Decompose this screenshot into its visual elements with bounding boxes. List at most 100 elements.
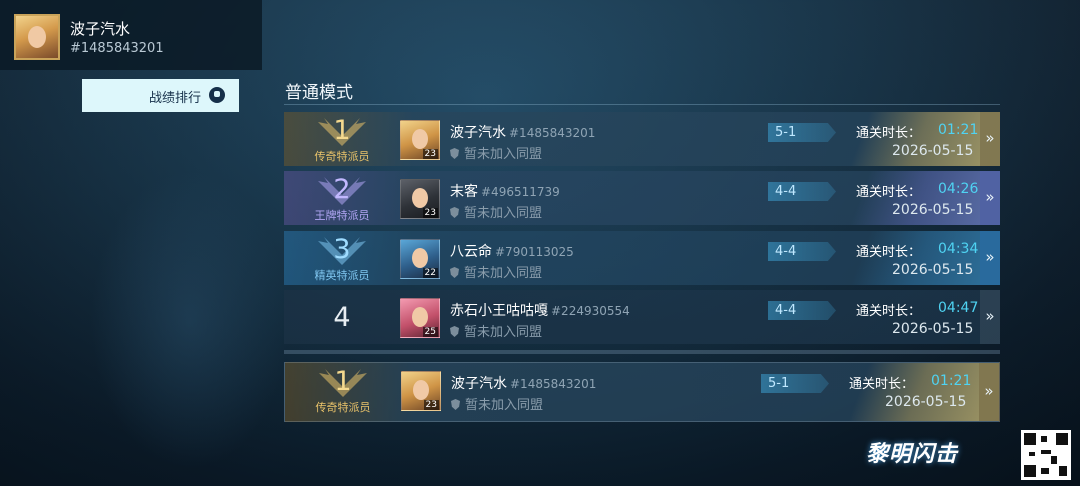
player-profile[interactable]: 波子汽水 #1485843201 <box>0 0 262 70</box>
player-name-text: 末客 <box>450 184 478 200</box>
alliance-status: 暂未加入同盟 <box>450 143 542 162</box>
shield-icon <box>450 267 459 278</box>
game-logo: 黎明闪击 <box>866 442 959 467</box>
player-avatar[interactable] <box>14 14 60 60</box>
level-badge: 23 <box>422 149 438 159</box>
alliance-status: 暂未加入同盟 <box>450 262 542 281</box>
row-decoration <box>799 363 979 421</box>
avatar-face <box>412 248 428 268</box>
rank-number: 1 <box>333 115 351 146</box>
shield-icon <box>450 207 459 218</box>
rank-emblem: 4 <box>284 290 400 344</box>
rank-number: 4 <box>333 302 351 333</box>
player-name: 末客 #496511739 <box>450 181 560 201</box>
player-name: 赤石小王咕咕嘎 #224930554 <box>450 300 630 320</box>
expand-button[interactable]: » <box>980 112 1000 166</box>
my-rank-row[interactable]: 1 传奇特派员 23 波子汽水 #1485843201 暂未加入同盟 5-1 通关… <box>284 362 1000 422</box>
leaderboard-row[interactable]: 3 精英特派员 22 八云命 #790113025 暂未加入同盟 4-4 通关时长… <box>284 231 1000 285</box>
tab-ranking-label: 战绩排行 <box>148 91 201 106</box>
player-avatar[interactable]: 23 <box>401 371 441 411</box>
alliance-status: 暂未加入同盟 <box>451 394 543 413</box>
rank-emblem: 3 精英特派员 <box>284 231 400 285</box>
avatar-face <box>413 380 429 400</box>
clear-time-label: 通关时长： <box>856 304 922 319</box>
stage-badge: 5-1 <box>768 123 836 142</box>
clear-time-value: 01:21 <box>931 373 972 389</box>
qr-code-icon <box>1021 430 1071 480</box>
clear-time-value: 01:21 <box>938 122 979 138</box>
clear-time-label: 通关时长： <box>849 377 915 392</box>
rank-emblem: 1 传奇特派员 <box>285 363 401 421</box>
record-date: 2026-05-15 <box>892 321 974 337</box>
player-avatar[interactable]: 23 <box>400 120 440 160</box>
mode-title: 普通模式 <box>285 83 353 103</box>
player-name-text: 八云命 <box>450 244 492 260</box>
avatar-face <box>412 307 428 327</box>
alliance-text: 暂未加入同盟 <box>465 398 544 413</box>
clear-time-value: 04:26 <box>938 181 979 197</box>
player-name-text: 赤石小王咕咕嘎 <box>450 303 548 319</box>
shield-icon <box>451 399 460 410</box>
alliance-status: 暂未加入同盟 <box>450 321 542 340</box>
avatar-face <box>412 188 428 208</box>
chevron-right-icon: » <box>985 129 995 147</box>
leaderboard-row[interactable]: 1 传奇特派员 23 波子汽水 #1485843201 暂未加入同盟 5-1 通关… <box>284 112 1000 166</box>
leaderboard-row[interactable]: 4 25 赤石小王咕咕嘎 #224930554 暂未加入同盟 4-4 通关时长： … <box>284 290 1000 344</box>
clear-time-value: 04:34 <box>938 241 979 257</box>
expand-button[interactable]: » <box>980 171 1000 225</box>
player-name: 八云命 #790113025 <box>450 241 574 261</box>
record-date: 2026-05-15 <box>892 143 974 159</box>
leaderboard-row[interactable]: 2 王牌特派员 23 末客 #496511739 暂未加入同盟 4-4 通关时长：… <box>284 171 1000 225</box>
stage-badge: 5-1 <box>761 374 829 393</box>
rank-title: 传奇特派员 <box>315 401 371 414</box>
player-name: 波子汽水 #1485843201 <box>451 373 596 393</box>
shield-icon <box>450 326 459 337</box>
rank-title: 精英特派员 <box>314 269 370 282</box>
player-name-text: 波子汽水 <box>450 125 506 141</box>
chevron-right-icon: » <box>985 248 995 266</box>
alliance-text: 暂未加入同盟 <box>464 147 543 162</box>
rank-number: 2 <box>333 174 351 205</box>
player-avatar[interactable]: 23 <box>400 179 440 219</box>
alliance-status: 暂未加入同盟 <box>450 202 542 221</box>
level-badge: 23 <box>423 400 439 410</box>
level-badge: 23 <box>422 208 438 218</box>
tab-ranking[interactable]: 战绩排行 <box>82 79 239 112</box>
player-name-text: 波子汽水 <box>451 376 507 392</box>
rank-number: 3 <box>333 234 351 265</box>
expand-button[interactable]: » <box>980 231 1000 285</box>
list-divider <box>284 350 1000 354</box>
chevron-right-icon: » <box>985 307 995 325</box>
player-name: 波子汽水 <box>70 20 131 38</box>
level-badge: 22 <box>422 268 438 278</box>
alliance-text: 暂未加入同盟 <box>464 266 543 281</box>
stage-badge: 4-4 <box>768 301 836 320</box>
rank-emblem: 1 传奇特派员 <box>284 112 400 166</box>
player-avatar[interactable]: 22 <box>400 239 440 279</box>
alliance-text: 暂未加入同盟 <box>464 325 543 340</box>
ranking-icon <box>209 87 225 103</box>
rank-title: 传奇特派员 <box>314 150 370 163</box>
stage-badge: 4-4 <box>768 242 836 261</box>
expand-button[interactable]: » <box>979 363 999 421</box>
record-date: 2026-05-15 <box>892 262 974 278</box>
player-id: #224930554 <box>551 304 630 318</box>
player-id: #1485843201 <box>510 377 597 391</box>
player-id: #496511739 <box>481 185 560 199</box>
clear-time-label: 通关时长： <box>856 126 922 141</box>
expand-button[interactable]: » <box>980 290 1000 344</box>
shield-icon <box>450 148 459 159</box>
avatar-face <box>412 129 428 149</box>
player-avatar[interactable]: 25 <box>400 298 440 338</box>
level-badge: 25 <box>422 327 438 337</box>
clear-time-label: 通关时长： <box>856 185 922 200</box>
player-id: #790113025 <box>495 245 574 259</box>
title-divider <box>284 104 1000 105</box>
stage-badge: 4-4 <box>768 182 836 201</box>
rank-number: 1 <box>334 366 352 397</box>
alliance-text: 暂未加入同盟 <box>464 206 543 221</box>
record-date: 2026-05-15 <box>892 202 974 218</box>
chevron-right-icon: » <box>985 188 995 206</box>
record-date: 2026-05-15 <box>885 394 967 410</box>
chevron-right-icon: » <box>984 382 994 400</box>
